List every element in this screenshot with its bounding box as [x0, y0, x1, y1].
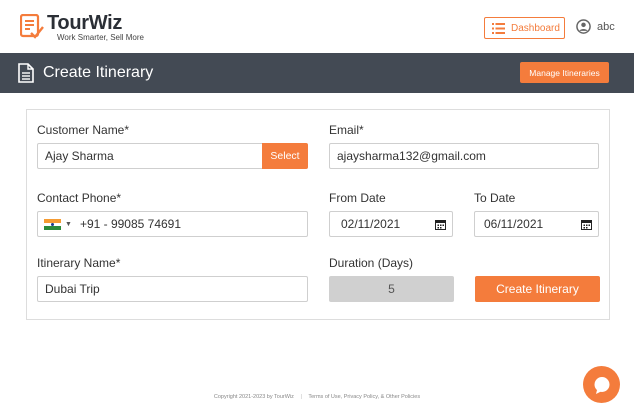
username: abc [597, 20, 615, 33]
dashboard-label: Dashboard [511, 22, 560, 34]
brand-name: TourWiz [47, 12, 123, 34]
user-circle-icon [576, 19, 591, 34]
india-flag-icon[interactable] [44, 218, 61, 230]
create-itinerary-button[interactable]: Create Itinerary [475, 276, 600, 302]
from-date-label: From Date [329, 191, 386, 205]
copyright-text: Copyright 2021-2023 by TourWiz [213, 394, 294, 400]
checklist-logo-icon [20, 14, 44, 39]
brand-tagline: Work Smarter, Sell More [57, 33, 144, 42]
chat-button[interactable] [583, 366, 620, 403]
footer: Copyright 2021-2023 by TourWiz | Terms o… [0, 394, 634, 400]
calendar-icon[interactable] [581, 219, 592, 230]
contact-phone-label: Contact Phone* [37, 191, 122, 205]
to-date-value: 06/11/2021 [484, 217, 544, 231]
customer-name-input[interactable]: Ajay Sharma [37, 143, 263, 169]
select-customer-button[interactable]: Select [262, 143, 308, 169]
manage-itineraries-button[interactable]: Manage Itineraries [520, 62, 609, 83]
chat-icon [594, 376, 609, 394]
page-title: Create Itinerary [43, 64, 154, 81]
policies-link[interactable]: Terms of Use, Privacy Policy, & Other Po… [308, 394, 420, 400]
from-date-value: 02/11/2021 [341, 217, 401, 231]
to-date-input[interactable]: 06/11/2021 [474, 211, 599, 237]
from-date-input[interactable]: 02/11/2021 [329, 211, 453, 237]
to-date-label: To Date [474, 191, 516, 205]
document-icon [18, 63, 34, 83]
country-dropdown-caret-icon[interactable]: ▼ [65, 221, 72, 228]
duration-label: Duration (Days) [329, 256, 414, 270]
user-menu[interactable]: abc [576, 19, 615, 34]
customer-name-label: Customer Name* [37, 123, 130, 137]
contact-phone-input[interactable]: ▼ +91 - 99085 74691 [37, 211, 308, 237]
email-label: Email* [329, 123, 364, 137]
email-input[interactable]: ajaysharma132@gmail.com [329, 143, 599, 169]
top-bar: TourWiz Work Smarter, Sell More Dashboar… [0, 0, 634, 53]
dashboard-button[interactable]: Dashboard [484, 17, 565, 39]
duration-field: 5 [329, 276, 454, 302]
phone-value: +91 - 99085 74691 [79, 217, 182, 231]
itinerary-name-input[interactable]: Dubai Trip [37, 276, 308, 302]
list-icon [492, 22, 505, 34]
calendar-icon[interactable] [435, 219, 446, 230]
footer-separator: | [300, 394, 302, 400]
itinerary-name-label: Itinerary Name* [37, 256, 121, 270]
